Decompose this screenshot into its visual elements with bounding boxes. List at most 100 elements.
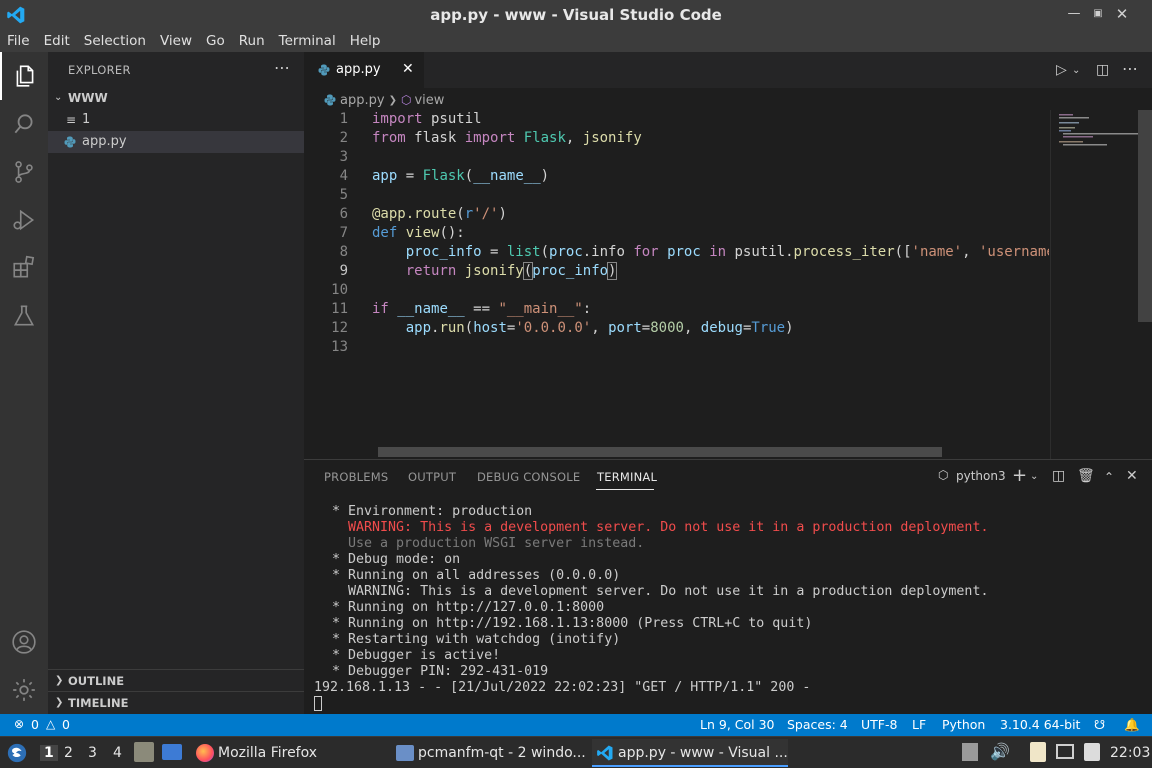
editor-vertical-scrollbar[interactable] <box>1138 110 1152 459</box>
feedback-icon[interactable]: ☋ <box>1094 717 1105 732</box>
workspace-2[interactable]: 2 <box>64 745 73 761</box>
terminal-line: * Running on all addresses (0.0.0.0) <box>324 568 621 583</box>
task-label: app.py - www - Visual ... <box>618 745 788 761</box>
close-window-button[interactable]: ✕ <box>1112 4 1132 24</box>
tab-problems[interactable]: PROBLEMS <box>324 470 388 484</box>
menu-help[interactable]: Help <box>343 30 388 52</box>
files-icon <box>16 65 34 87</box>
terminal-line: * Running on http://192.168.1.13:8000 (P… <box>324 616 813 631</box>
text-file-icon: ≡ <box>66 113 77 127</box>
more-actions-icon[interactable]: ⋯ <box>1122 59 1138 78</box>
cursor-position[interactable]: Ln 9, Col 30 <box>700 717 775 732</box>
tab-terminal[interactable]: TERMINAL <box>597 470 657 484</box>
notes-tray-icon[interactable] <box>1030 742 1046 762</box>
line-ending[interactable]: LF <box>912 717 926 732</box>
code-editor[interactable]: 1 2 3 4 5 6 7 8 9 10 11 12 13 import psu… <box>304 110 1049 450</box>
terminal-warning-line: WARNING: This is a development server. D… <box>324 520 989 535</box>
code-line-11: if __name__ == "__main__": <box>372 301 592 317</box>
terminal-output[interactable]: * Environment: production WARNING: This … <box>314 504 989 711</box>
workspace-3[interactable]: 3 <box>88 745 97 761</box>
terminal-line: * Debug mode: on <box>324 552 461 567</box>
task-vscode[interactable]: app.py - www - Visual ... <box>592 739 788 767</box>
display-tray-icon[interactable] <box>1056 744 1074 759</box>
outline-section[interactable]: ❯ OUTLINE <box>48 669 304 691</box>
close-tab-icon[interactable]: ✕ <box>402 61 414 77</box>
error-count[interactable]: 0 <box>31 717 39 732</box>
run-debug-activity-button[interactable] <box>0 196 48 244</box>
workspace-4[interactable]: 4 <box>113 745 122 761</box>
minimap[interactable] <box>1050 110 1139 459</box>
extensions-activity-button[interactable] <box>0 244 48 292</box>
testing-activity-button[interactable] <box>0 292 48 340</box>
file-manager-launcher-icon[interactable] <box>134 742 154 762</box>
chevron-down-icon[interactable]: ⌄ <box>1030 471 1038 482</box>
terminal-shell-name[interactable]: python3 <box>956 469 1006 483</box>
notifications-bell-icon[interactable]: 🔔 <box>1124 717 1140 733</box>
search-activity-button[interactable] <box>0 100 48 148</box>
line-number: 11 <box>331 301 348 317</box>
explorer-header: EXPLORER <box>68 63 131 77</box>
chevron-right-icon: ❯ <box>388 94 397 106</box>
language-mode[interactable]: Python <box>942 717 985 732</box>
menu-edit[interactable]: Edit <box>37 30 77 52</box>
show-desktop-icon[interactable] <box>162 744 182 760</box>
timeline-section[interactable]: ❯ TIMELINE <box>48 691 304 713</box>
clock[interactable]: 22:03 <box>1110 745 1150 761</box>
line-number: 12 <box>331 320 348 336</box>
menu-go[interactable]: Go <box>199 30 232 52</box>
manage-activity-button[interactable] <box>0 666 48 714</box>
accounts-activity-button[interactable] <box>0 618 48 666</box>
timeline-label: TIMELINE <box>68 696 129 710</box>
task-firefox[interactable]: Mozilla Firefox <box>192 739 382 767</box>
maximize-panel-icon[interactable]: ⌃ <box>1104 470 1114 484</box>
maximize-button[interactable]: ▣ <box>1088 4 1108 24</box>
split-editor-icon[interactable]: ◫ <box>1096 62 1109 78</box>
file-label: app.py <box>82 134 127 149</box>
folder-www[interactable]: ⌄ WWW <box>48 87 304 109</box>
file-item-1[interactable]: ≡ 1 <box>48 109 304 131</box>
split-terminal-icon[interactable]: ◫ <box>1052 468 1065 484</box>
menu-selection[interactable]: Selection <box>77 30 153 52</box>
terminal-line: Use a production WSGI server instead. <box>324 536 645 551</box>
indentation[interactable]: Spaces: 4 <box>787 717 848 732</box>
run-file-icon[interactable]: ▷ <box>1056 62 1067 78</box>
trash-icon[interactable]: 🗑 <box>1077 468 1095 484</box>
warning-count[interactable]: 0 <box>62 717 70 732</box>
scrollbar-thumb[interactable] <box>1138 110 1152 322</box>
file-item-app-py[interactable]: app.py <box>48 131 304 153</box>
code-line-12: app.run(host='0.0.0.0', port=8000, debug… <box>405 320 794 336</box>
encoding[interactable]: UTF-8 <box>861 717 897 732</box>
source-control-activity-button[interactable] <box>0 148 48 196</box>
tab-label: app.py <box>336 62 381 77</box>
tab-app-py[interactable]: app.py ✕ <box>304 52 424 88</box>
more-actions-icon[interactable]: ⋯ <box>274 58 290 77</box>
explorer-activity-button[interactable] <box>0 52 48 100</box>
editor-horizontal-scrollbar[interactable] <box>378 447 942 457</box>
task-pcmanfm[interactable]: pcmanfm-qt - 2 windo... <box>392 739 588 767</box>
tab-output[interactable]: OUTPUT <box>408 470 456 484</box>
workspace-1[interactable]: 1 <box>40 745 58 761</box>
document-tray-icon[interactable] <box>1084 743 1100 761</box>
tab-debug-console[interactable]: DEBUG CONSOLE <box>477 470 580 484</box>
code-line-8: proc_info = list(proc.info for proc in p… <box>405 244 1049 260</box>
terminal-line: WARNING: This is a development server. D… <box>324 584 989 599</box>
start-menu-icon[interactable] <box>6 742 28 764</box>
editor-tabs: app.py ✕ ▷ ⌄ ◫ ⋯ <box>304 52 1152 88</box>
menu-bar: File Edit Selection View Go Run Terminal… <box>0 30 1152 52</box>
menu-run[interactable]: Run <box>232 30 272 52</box>
breadcrumb-file[interactable]: app.py <box>340 93 385 108</box>
menu-view[interactable]: View <box>153 30 199 52</box>
menu-file[interactable]: File <box>0 30 37 52</box>
clipboard-tray-icon[interactable] <box>962 743 978 761</box>
terminal-line: * Debugger is active! <box>324 648 501 663</box>
python-interpreter[interactable]: 3.10.4 64-bit <box>1000 717 1080 732</box>
breadcrumb-symbol[interactable]: view <box>414 93 444 108</box>
new-terminal-icon[interactable]: + <box>1012 465 1027 486</box>
volume-icon[interactable]: 🔊 <box>990 742 1010 761</box>
minimize-button[interactable]: — <box>1064 4 1084 24</box>
flask-icon <box>13 305 35 326</box>
menu-terminal[interactable]: Terminal <box>272 30 343 52</box>
os-taskbar: 1 2 3 4 Mozilla Firefox pcmanfm-qt - 2 w… <box>0 736 1152 768</box>
close-panel-icon[interactable]: ✕ <box>1126 468 1138 484</box>
chevron-down-icon[interactable]: ⌄ <box>1072 65 1080 76</box>
